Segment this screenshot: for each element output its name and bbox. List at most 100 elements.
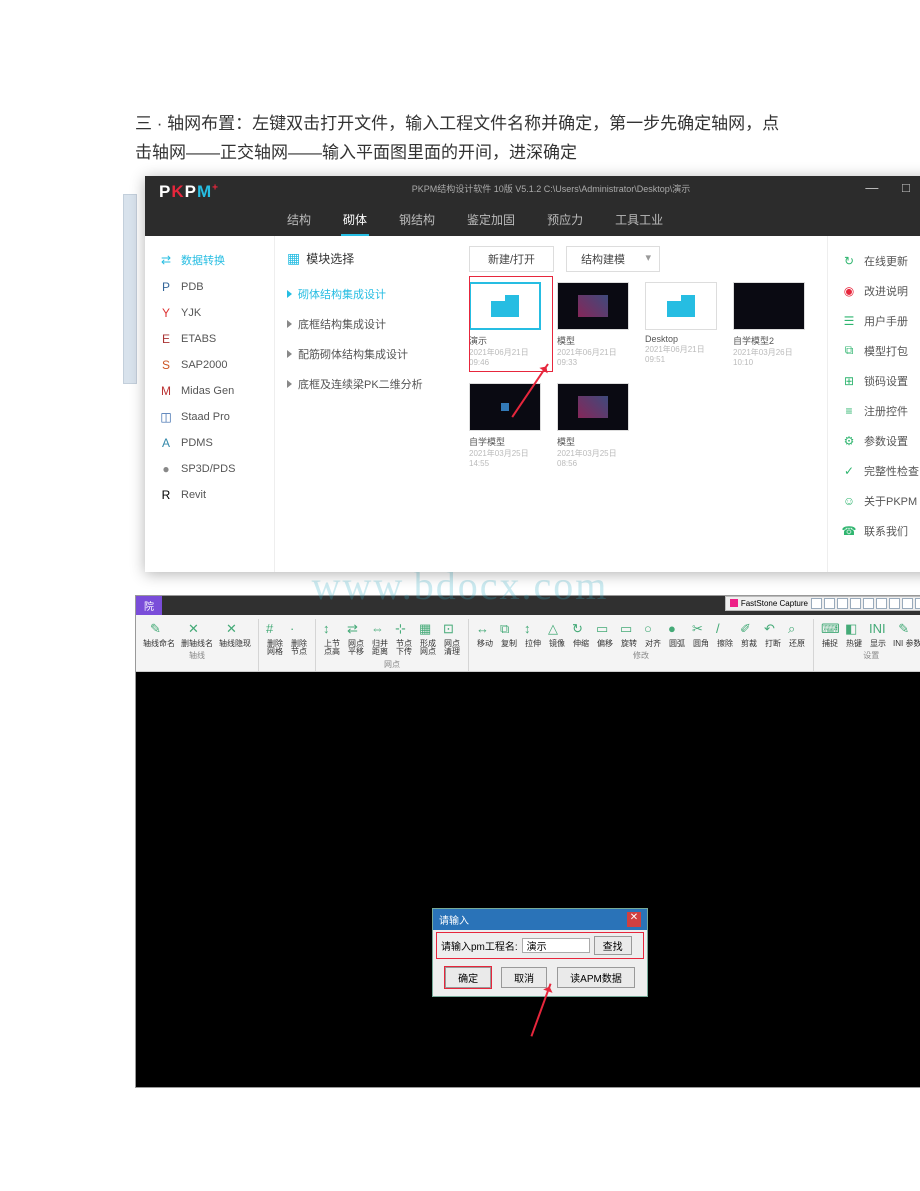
rside-contact[interactable]: ☎联系我们 xyxy=(828,516,920,546)
window-controls[interactable]: — □ × xyxy=(865,180,920,195)
tab-tools[interactable]: 工具工业 xyxy=(613,205,665,236)
module-item-1[interactable]: 砌体结构集成设计 xyxy=(281,279,449,309)
ribbon-group: ✎轴线命名✕删轴线名✕轴线隐现轴线 xyxy=(136,619,259,671)
ribbon-icon: INI xyxy=(869,621,887,639)
ribbon-button[interactable]: ✎INI 参数 xyxy=(892,621,920,648)
project-card[interactable]: 演示 2021年06月21日 09:46 xyxy=(469,282,541,367)
sidebar-data-convert[interactable]: ⇄ 数据转换 xyxy=(145,246,274,274)
ribbon-button[interactable]: ▭旋转 xyxy=(619,621,639,648)
ribbon-icon: ↔ xyxy=(476,621,494,639)
ribbon-button[interactable]: ·删除节点 xyxy=(289,621,309,657)
ribbon-button[interactable]: ◧热键 xyxy=(844,621,864,648)
project-card[interactable]: 模型 2021年03月25日 08:56 xyxy=(557,383,629,468)
ribbon-button[interactable]: ▦形成网点 xyxy=(418,621,438,657)
tab-steel[interactable]: 钢结构 xyxy=(397,205,437,236)
dialog-title: 请输入 xyxy=(439,912,469,927)
project-card[interactable]: 自学模型 2021年03月25日 14:55 xyxy=(469,383,541,468)
sidebar-sap2000[interactable]: SSAP2000 xyxy=(145,352,274,378)
model-thumb xyxy=(557,282,629,330)
rside-update[interactable]: ↻在线更新 xyxy=(828,246,920,276)
ribbon-icon: · xyxy=(290,621,308,639)
ribbon-button[interactable]: ○对齐 xyxy=(643,621,663,648)
dialog-titlebar[interactable]: 请输入 ✕ xyxy=(433,909,647,930)
browse-button[interactable]: 查找 xyxy=(594,936,632,955)
etabs-icon: E xyxy=(159,332,173,346)
ribbon-icon: ✂ xyxy=(692,621,710,639)
tab-appraisal[interactable]: 鉴定加固 xyxy=(465,205,517,236)
sidebar-staad[interactable]: ◫Staad Pro xyxy=(145,404,274,430)
project-card[interactable]: 自学模型2 2021年03月26日 10:10 xyxy=(733,282,805,367)
ribbon-icon: ↻ xyxy=(572,621,590,639)
ribbon-button[interactable]: ✐剪裁 xyxy=(739,621,759,648)
dialog-buttons: 确定 取消 读APM数据 xyxy=(433,961,647,996)
sidebar-pdb[interactable]: PPDB xyxy=(145,274,274,300)
record-icon: ◉ xyxy=(842,284,856,298)
ribbon-button[interactable]: ↔移动 xyxy=(475,621,495,648)
ribbon-button[interactable]: /擦除 xyxy=(715,621,735,648)
ribbon-button[interactable]: ⊹节点下传 xyxy=(394,621,414,657)
ribbon-button[interactable]: ▭偏移 xyxy=(595,621,615,648)
module-item-3[interactable]: 配筋砌体结构集成设计 xyxy=(281,339,449,369)
ribbon-button[interactable]: △镜像 xyxy=(547,621,567,648)
sidebar-revit[interactable]: RRevit xyxy=(145,482,274,508)
ribbon-button[interactable]: ✕删轴线名 xyxy=(180,621,214,648)
rside-improve[interactable]: ◉改进说明 xyxy=(828,276,920,306)
ribbon-button[interactable]: ⇄网点平移 xyxy=(346,621,366,657)
sap2000-icon: S xyxy=(159,358,173,372)
sidebar-sp3d[interactable]: ●SP3D/PDS xyxy=(145,456,274,482)
phone-icon: ☎ xyxy=(842,524,856,538)
rside-params[interactable]: ⚙参数设置 xyxy=(828,426,920,456)
drawing-canvas[interactable]: 请输入 ✕ 请输入pm工程名: 查找 确定 取消 读APM数据 xyxy=(136,672,920,1087)
sidebar-midas[interactable]: MMidas Gen xyxy=(145,378,274,404)
ribbon-button[interactable]: INI显示 xyxy=(868,621,888,648)
ribbon-button[interactable]: ✕轴线隐现 xyxy=(218,621,252,648)
project-card[interactable]: Desktop 2021年06月21日 09:51 xyxy=(645,282,717,367)
left-sidebar: ⇄ 数据转换 PPDB YYJK EETABS SSAP2000 MMidas … xyxy=(145,236,275,572)
ribbon-button[interactable]: ●圆弧 xyxy=(667,621,687,648)
ok-button[interactable]: 确定 xyxy=(445,967,491,988)
tab-structure[interactable]: 结构 xyxy=(285,205,313,236)
read-apm-button[interactable]: 读APM数据 xyxy=(557,967,635,988)
ribbon-button[interactable]: ⌕还原 xyxy=(787,621,807,648)
ribbon-button[interactable]: ↻伸缩 xyxy=(571,621,591,648)
ribbon-button[interactable]: ✂圆角 xyxy=(691,621,711,648)
sidebar-yjk[interactable]: YYJK xyxy=(145,300,274,326)
sidebar-etabs[interactable]: EETABS xyxy=(145,326,274,352)
capture-buttons[interactable] xyxy=(811,598,920,609)
project-card[interactable]: 模型 2021年06月21日 09:33 xyxy=(557,282,629,367)
rside-lock[interactable]: ⊞锁码设置 xyxy=(828,366,920,396)
faststone-toolbar: FastStone Capture xyxy=(725,596,920,611)
ribbon-button[interactable]: ⊡网点清理 xyxy=(442,621,462,657)
model-type-select[interactable]: 结构建模 xyxy=(566,246,660,272)
ribbon-icon: ○ xyxy=(644,621,662,639)
file-area: 新建/打开 结构建模 演示 2021年06月21日 09:46 xyxy=(455,236,827,572)
input-dialog: 请输入 ✕ 请输入pm工程名: 查找 确定 取消 读APM数据 xyxy=(432,908,648,997)
close-icon[interactable]: ✕ xyxy=(627,912,641,927)
rside-pack[interactable]: ⧉模型打包 xyxy=(828,336,920,366)
ribbon-button[interactable]: ↕拉伸 xyxy=(523,621,543,648)
editor-screenshot: 院 FastStone Capture ✎轴线命名✕删轴线名✕轴线隐现轴线#删除… xyxy=(135,595,920,1088)
tab-masonry[interactable]: 砌体 xyxy=(341,205,369,236)
ribbon-button[interactable]: ↶打断 xyxy=(763,621,783,648)
ribbon-button[interactable]: ↕上节点高 xyxy=(322,621,342,657)
ribbon-button[interactable]: ⧉复制 xyxy=(499,621,519,648)
rside-manual[interactable]: ☰用户手册 xyxy=(828,306,920,336)
module-item-4[interactable]: 底框及连续梁PK二维分析 xyxy=(281,369,449,399)
rside-check[interactable]: ✓完整性检查 xyxy=(828,456,920,486)
ribbon-button[interactable]: ⌨捕捉 xyxy=(820,621,840,648)
sidebar-pdms[interactable]: APDMS xyxy=(145,430,274,456)
rside-about[interactable]: ☺关于PKPM xyxy=(828,486,920,516)
tab-prestress[interactable]: 预应力 xyxy=(545,205,585,236)
new-open-button[interactable]: 新建/打开 xyxy=(469,246,554,272)
ribbon-group: #删除网格·删除节点 xyxy=(259,619,316,671)
project-name-input[interactable] xyxy=(522,938,590,953)
cancel-button[interactable]: 取消 xyxy=(501,967,547,988)
module-item-2[interactable]: 底框结构集成设计 xyxy=(281,309,449,339)
ribbon-button[interactable]: #删除网格 xyxy=(265,621,285,657)
ribbon-group: ↔移动⧉复制↕拉伸△镜像↻伸缩▭偏移▭旋转○对齐●圆弧✂圆角/擦除✐剪裁↶打断⌕… xyxy=(469,619,814,671)
ribbon-icon: ⇄ xyxy=(347,621,365,639)
rside-register[interactable]: ≡注册控件 xyxy=(828,396,920,426)
triangle-icon xyxy=(287,350,292,358)
ribbon-button[interactable]: ⇔归并距离 xyxy=(370,621,390,657)
ribbon-button[interactable]: ✎轴线命名 xyxy=(142,621,176,648)
